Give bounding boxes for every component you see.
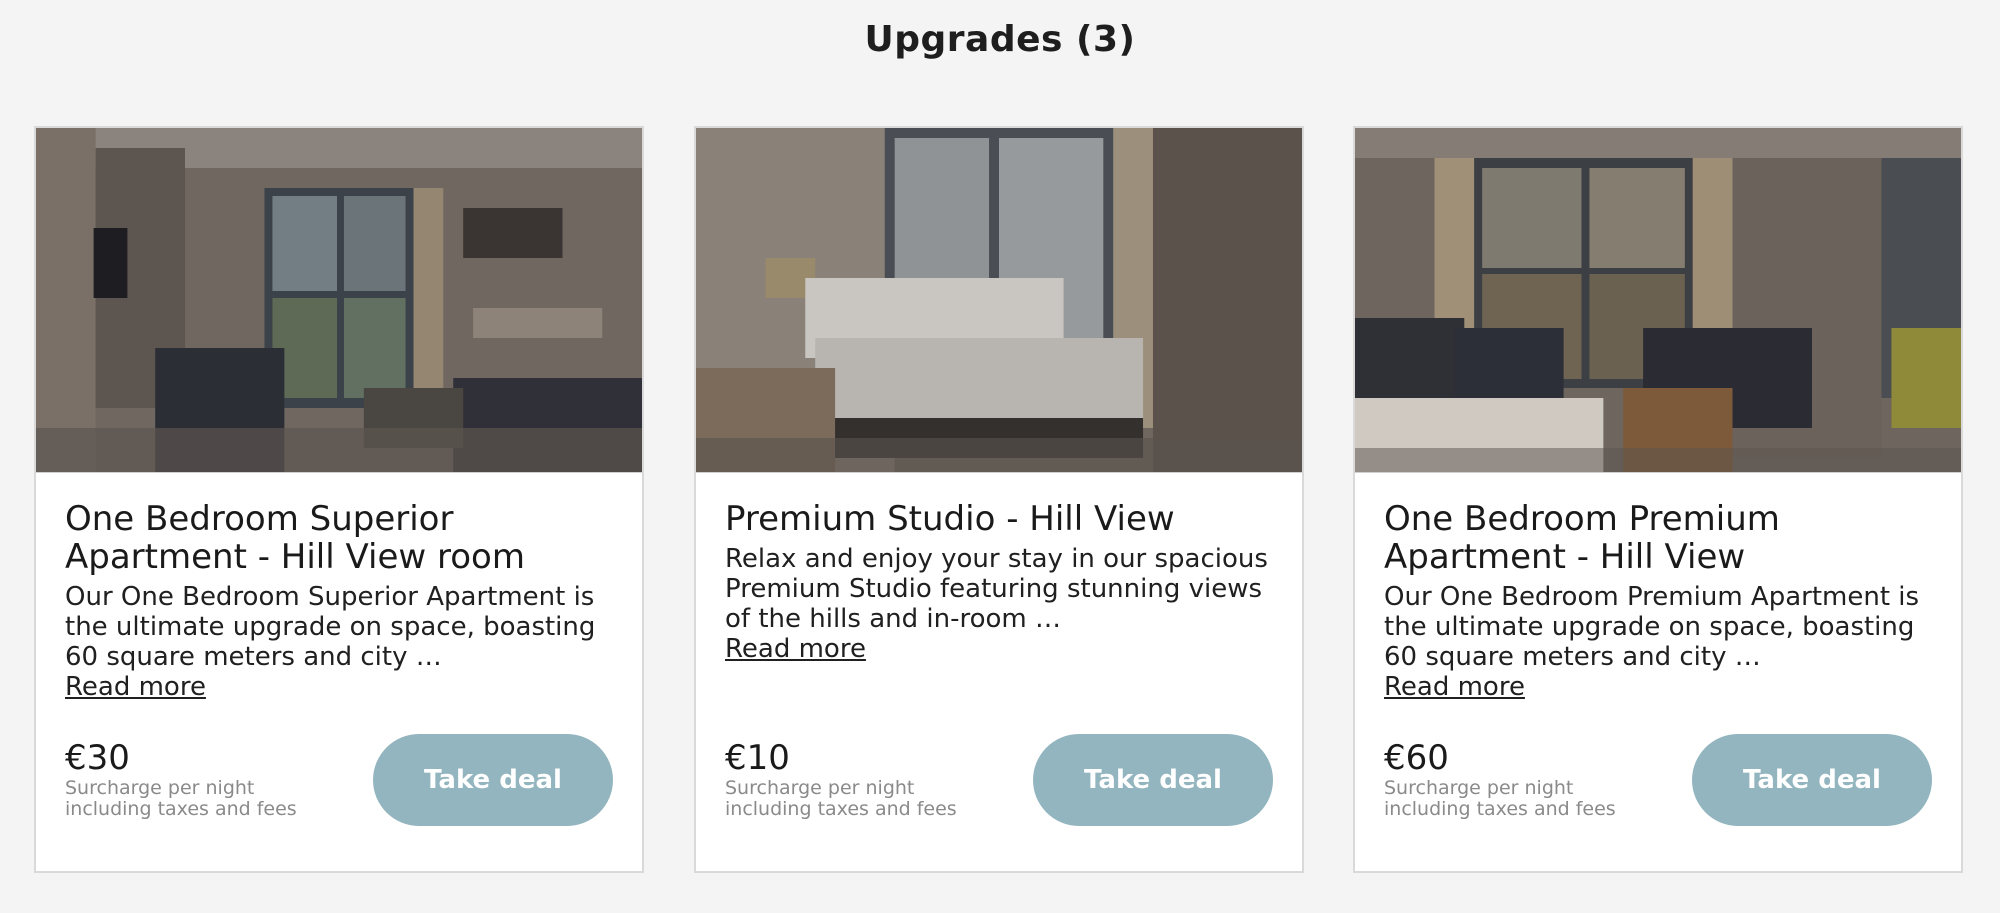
card-title: Premium Studio - Hill View [725, 499, 1175, 539]
card-title: One Bedroom Premium Apartment - Hill Vie… [1384, 499, 1780, 577]
card-title: One Bedroom Superior Apartment - Hill Vi… [65, 499, 525, 577]
read-more-link[interactable]: Read more [1384, 672, 1525, 702]
upgrades-page: Upgrades (3) One Bedroom Superior Apartm… [0, 0, 2000, 913]
take-deal-button[interactable]: Take deal [1692, 734, 1932, 826]
upgrade-card: One Bedroom Superior Apartment - Hill Vi… [34, 126, 644, 873]
upgrade-card: One Bedroom Premium Apartment - Hill Vie… [1353, 126, 1963, 873]
price-block: €10 Surcharge per night including taxes … [725, 738, 985, 820]
price-note: Surcharge per night including taxes and … [1384, 777, 1616, 820]
price-block: €60 Surcharge per night including taxes … [1384, 738, 1644, 820]
room-photo [696, 128, 1302, 473]
price: €60 [1384, 738, 1449, 778]
room-photo [36, 128, 642, 473]
page-title: Upgrades (3) [864, 19, 1136, 60]
card-description: Our One Bedroom Superior Apartment is th… [65, 582, 596, 672]
price: €30 [65, 738, 130, 778]
upgrade-card: Premium Studio - Hill View Relax and enj… [694, 126, 1304, 873]
card-body: One Bedroom Superior Apartment - Hill Vi… [65, 500, 613, 702]
room-photo [1355, 128, 1961, 473]
card-description: Our One Bedroom Premium Apartment is the… [1384, 582, 1920, 672]
take-deal-button[interactable]: Take deal [1033, 734, 1273, 826]
price-note: Surcharge per night including taxes and … [65, 777, 297, 820]
price-note: Surcharge per night including taxes and … [725, 777, 957, 820]
price: €10 [725, 738, 790, 778]
take-deal-button[interactable]: Take deal [373, 734, 613, 826]
read-more-link[interactable]: Read more [725, 634, 866, 664]
card-body: One Bedroom Premium Apartment - Hill Vie… [1384, 500, 1932, 702]
card-body: Premium Studio - Hill View Relax and enj… [725, 500, 1273, 664]
price-block: €30 Surcharge per night including taxes … [65, 738, 325, 820]
read-more-link[interactable]: Read more [65, 672, 206, 702]
card-description: Relax and enjoy your stay in our spaciou… [725, 544, 1268, 634]
